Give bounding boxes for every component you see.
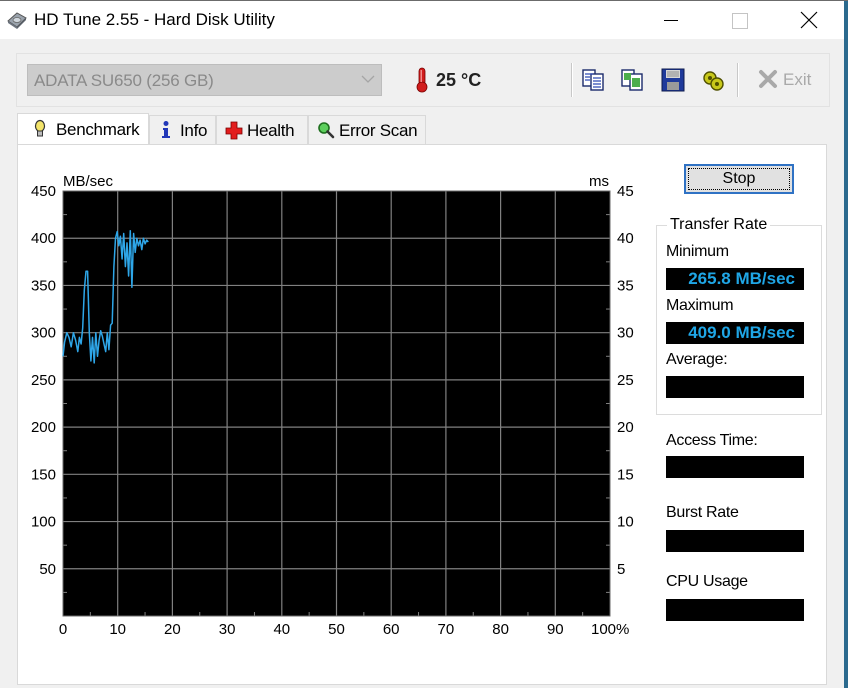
- copy-screenshot-icon[interactable]: [620, 67, 646, 93]
- drive-select[interactable]: ADATA SU650 (256 GB): [27, 64, 382, 96]
- close-button[interactable]: [786, 1, 832, 39]
- copy-text-icon[interactable]: [581, 67, 607, 93]
- thermometer-icon: [416, 67, 428, 93]
- tab-info[interactable]: Info: [149, 115, 216, 144]
- maximum-value: 409.0 MB/sec: [666, 322, 804, 344]
- tab-error-scan[interactable]: Error Scan: [308, 115, 426, 144]
- minimize-button[interactable]: [648, 1, 694, 39]
- tab-label: Error Scan: [339, 121, 418, 140]
- access-time-label: Access Time:: [666, 432, 758, 449]
- minimum-label: Minimum: [666, 243, 729, 260]
- average-label: Average:: [666, 351, 728, 368]
- cpu-usage-label: CPU Usage: [666, 573, 748, 590]
- minimum-value: 265.8 MB/sec: [666, 268, 804, 290]
- info-icon: [162, 121, 170, 138]
- transfer-rate-title: Transfer Rate: [667, 216, 771, 234]
- maximum-label: Maximum: [666, 297, 734, 314]
- window-edge: [844, 1, 848, 688]
- burst-rate-value: [666, 530, 804, 552]
- window-title: HD Tune 2.55 - Hard Disk Utility: [34, 10, 275, 29]
- toolbar-separator: [737, 63, 739, 97]
- lightbulb-icon: [34, 119, 46, 137]
- magnifier-icon: [318, 122, 335, 139]
- burst-rate-label: Burst Rate: [666, 504, 739, 521]
- toolbar-separator: [571, 63, 573, 97]
- stop-button[interactable]: Stop: [684, 164, 794, 194]
- health-cross-icon: [225, 121, 243, 140]
- exit-label: Exit: [783, 70, 812, 89]
- maximize-button[interactable]: [716, 1, 762, 39]
- chevron-down-icon: [361, 75, 375, 83]
- tab-health[interactable]: Health: [216, 115, 308, 144]
- exit-button[interactable]: Exit: [756, 67, 816, 93]
- tab-label: Info: [180, 121, 208, 140]
- tab-benchmark[interactable]: Benchmark: [17, 113, 149, 144]
- temperature-readout: 25 °C: [436, 70, 482, 90]
- close-icon: [800, 11, 818, 29]
- title-bar: HD Tune 2.55 - Hard Disk Utility: [0, 1, 848, 39]
- app-window: HD Tune 2.55 - Hard Disk Utility ADATA S…: [0, 0, 848, 688]
- access-time-value: [666, 456, 804, 478]
- cpu-usage-value: [666, 599, 804, 621]
- average-value: [666, 376, 804, 398]
- options-icon[interactable]: [700, 67, 726, 93]
- tab-label: Benchmark: [56, 120, 140, 139]
- exit-x-icon: [759, 70, 777, 88]
- hard-disk-app-icon: [7, 12, 27, 29]
- drive-select-value: ADATA SU650 (256 GB): [34, 71, 214, 90]
- save-icon[interactable]: [660, 67, 686, 93]
- tab-label: Health: [247, 121, 295, 140]
